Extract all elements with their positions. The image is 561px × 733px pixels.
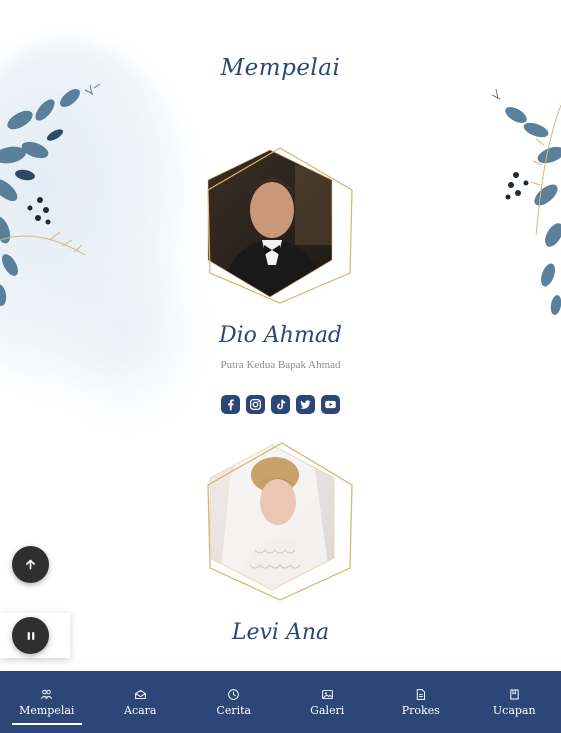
couple-icon bbox=[41, 689, 53, 699]
clock-icon bbox=[228, 688, 240, 700]
wedding-page: Mempelai Dio Ahmad Putra Kedua Bapak Ahm… bbox=[0, 0, 561, 733]
nav-label: Acara bbox=[124, 703, 157, 717]
image-icon bbox=[321, 689, 333, 699]
groom-parent-subtitle: Putra Kedua Bapak Ahmad bbox=[220, 359, 341, 371]
document-icon bbox=[417, 688, 426, 700]
bride-portrait bbox=[200, 440, 360, 605]
facebook-icon[interactable] bbox=[221, 395, 240, 414]
instagram-icon[interactable] bbox=[246, 395, 265, 414]
nav-item-galeri[interactable]: Galeri bbox=[281, 671, 375, 733]
scroll-to-top-button[interactable] bbox=[12, 546, 49, 583]
envelope-open-icon bbox=[134, 689, 146, 699]
nav-item-prokes[interactable]: Prokes bbox=[374, 671, 468, 733]
book-icon bbox=[510, 689, 519, 699]
nav-label: Mempelai bbox=[19, 703, 75, 717]
nav-label: Cerita bbox=[216, 703, 252, 717]
botanical-decoration-left bbox=[0, 83, 101, 306]
nav-item-acara[interactable]: Acara bbox=[94, 671, 188, 733]
nav-item-cerita[interactable]: Cerita bbox=[187, 671, 281, 733]
botanical-decoration-right bbox=[491, 88, 561, 315]
groom-name: Dio Ahmad bbox=[218, 323, 343, 348]
tiktok-icon[interactable] bbox=[271, 395, 290, 414]
nav-item-ucapan[interactable]: Ucapan bbox=[468, 671, 561, 733]
arrow-up-icon bbox=[26, 559, 35, 570]
bride-name: Levi Ana bbox=[231, 620, 330, 645]
bottom-navigation: Mempelai Acara Cerita Galeri Prokes Ucap… bbox=[0, 671, 561, 733]
youtube-icon[interactable] bbox=[321, 395, 340, 414]
nav-label: Prokes bbox=[401, 703, 440, 717]
groom-portrait bbox=[200, 145, 360, 310]
nav-label: Galeri bbox=[310, 703, 345, 717]
twitter-icon[interactable] bbox=[296, 395, 315, 414]
groom-social-links bbox=[0, 395, 561, 414]
pause-icon bbox=[27, 631, 34, 640]
nav-label: Ucapan bbox=[492, 703, 536, 717]
music-pause-button[interactable] bbox=[12, 617, 49, 654]
section-title: Mempelai bbox=[220, 55, 341, 81]
nav-item-mempelai[interactable]: Mempelai bbox=[0, 671, 94, 733]
